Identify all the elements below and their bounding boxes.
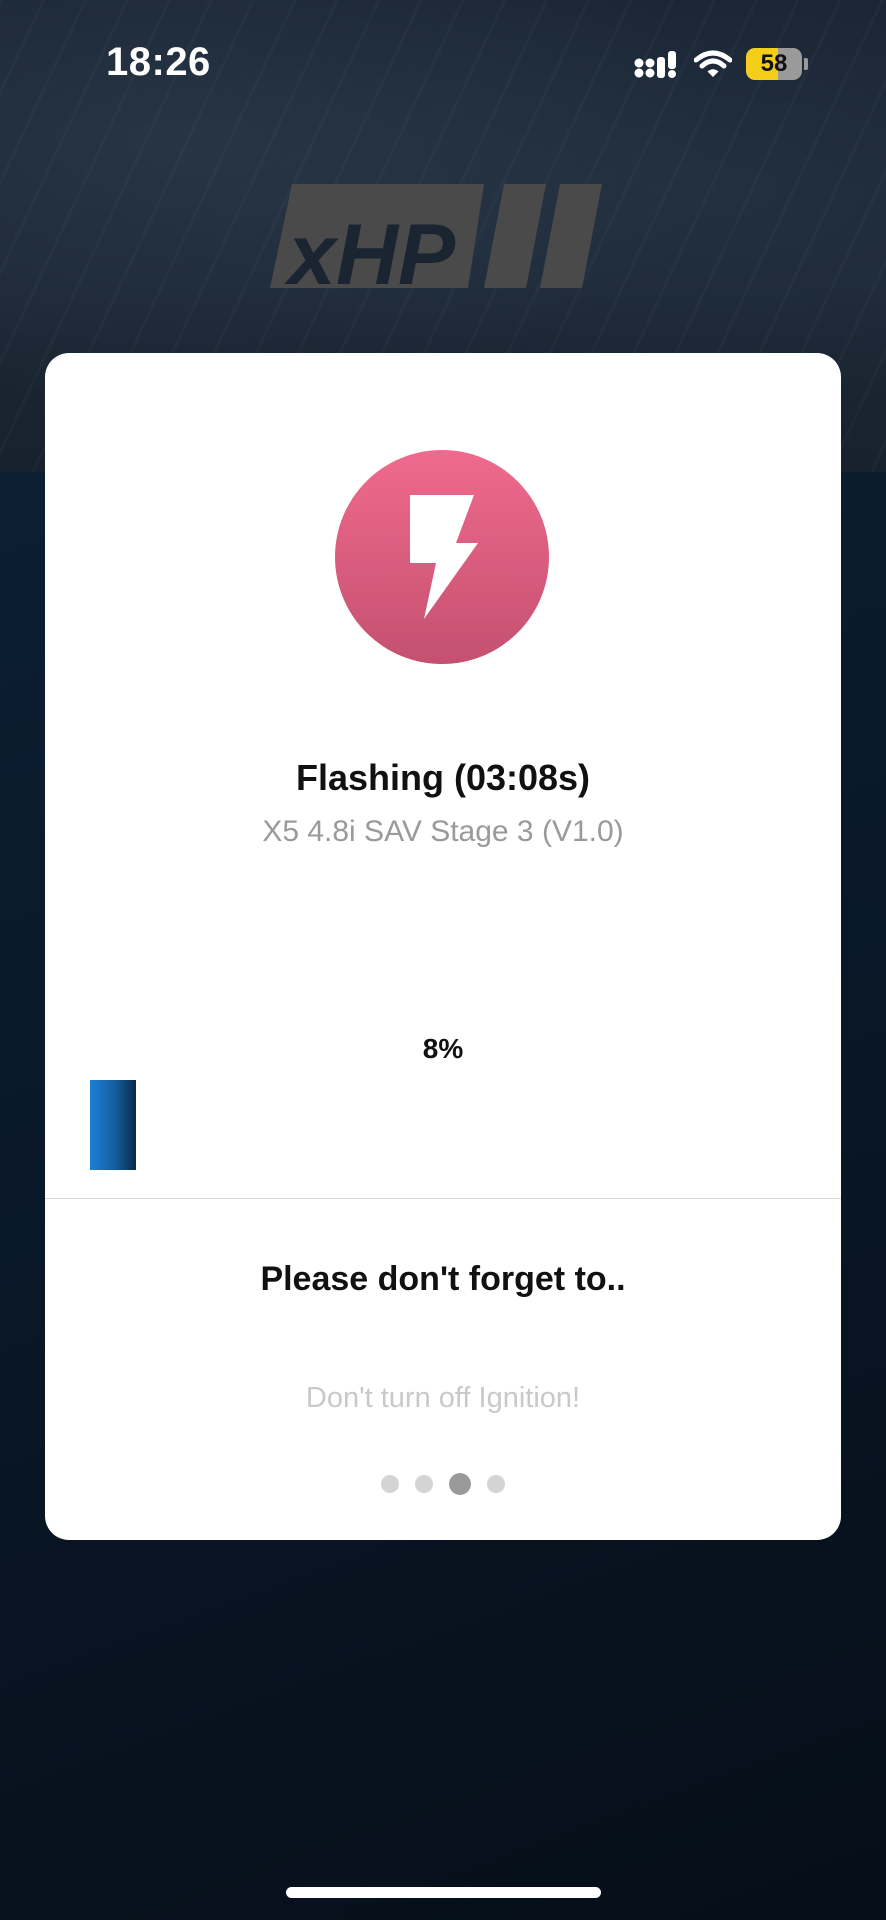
progress-fill <box>90 1080 136 1170</box>
status-bar: 18:26 58 <box>0 0 886 130</box>
logo-text: xHP <box>284 207 456 288</box>
cellular-signal-icon <box>634 51 676 78</box>
status-icons: 58 <box>634 48 808 80</box>
flash-title: Flashing (03:08s) <box>295 757 591 798</box>
battery-icon: 58 <box>746 48 808 80</box>
reminder-title: Please don't forget to.. <box>260 1260 626 1298</box>
pager-dot-active[interactable] <box>449 1473 471 1495</box>
divider <box>45 1198 841 1199</box>
flash-status-badge <box>335 450 549 664</box>
home-indicator[interactable] <box>286 1887 601 1898</box>
xhp-logo: xHP <box>270 184 602 288</box>
lightning-bolt-icon <box>410 495 478 619</box>
flash-dialog: Flashing (03:08s) X5 4.8i SAV Stage 3 (V… <box>45 353 841 1540</box>
reminder-tip: Don't turn off Ignition! <box>305 1382 581 1414</box>
tip-pager[interactable] <box>45 1473 841 1495</box>
status-time: 18:26 <box>106 40 211 84</box>
progress-bar <box>90 1080 796 1170</box>
pager-dot[interactable] <box>381 1475 399 1493</box>
pager-dot[interactable] <box>415 1475 433 1493</box>
tune-name: X5 4.8i SAV Stage 3 (V1.0) <box>262 815 624 848</box>
wifi-icon <box>694 50 732 77</box>
battery-level: 58 <box>760 50 788 77</box>
progress-percent: 8% <box>422 1033 464 1064</box>
pager-dot[interactable] <box>487 1475 505 1493</box>
